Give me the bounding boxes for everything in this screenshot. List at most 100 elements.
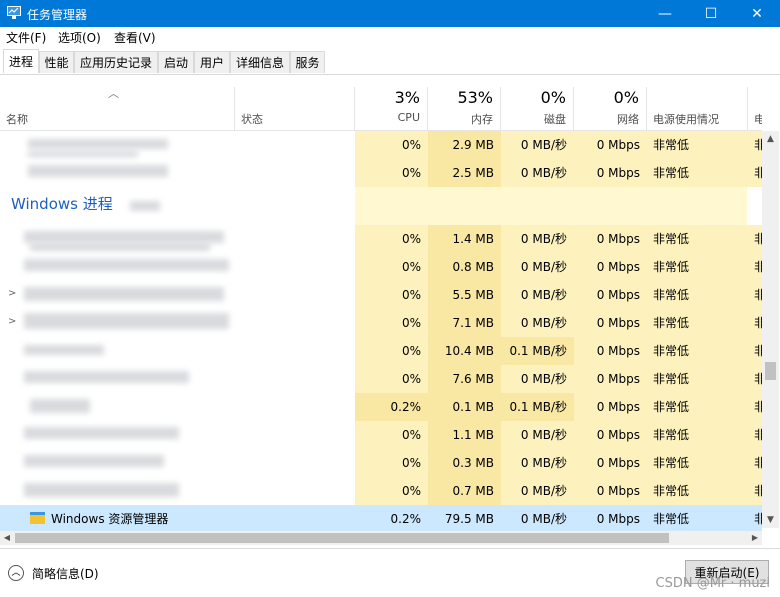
table-row[interactable]: 0% 0.7 MB 0 MB/秒 0 Mbps 非常低非 — [0, 477, 762, 505]
sort-up-icon: ︿ — [108, 87, 119, 100]
close-icon: ✕ — [751, 5, 763, 22]
table-row[interactable]: 0% 2.5 MB 0 MB/秒 0 Mbps 非常低非 — [0, 159, 762, 187]
disk-cell: 0.1 MB/秒 — [501, 337, 574, 365]
memory-cell: 10.4 MB — [428, 337, 501, 365]
memory-cell: 0.3 MB — [428, 449, 501, 477]
maximize-button[interactable]: ☐ — [688, 0, 734, 27]
hscroll-thumb[interactable] — [15, 533, 669, 543]
tab-strip: 进程 性能 应用历史记录 启动 用户 详细信息 服务 — [0, 48, 780, 75]
memory-cell: 1.1 MB — [428, 421, 501, 449]
less-details-toggle[interactable]: ︿ 简略信息(D) — [8, 563, 99, 583]
minimize-icon: — — [658, 5, 672, 22]
table-row[interactable]: 0% 7.6 MB 0 MB/秒 0 Mbps 非常低非 — [0, 365, 762, 393]
scroll-up-icon[interactable]: ▲ — [762, 131, 779, 147]
tab-app-history[interactable]: 应用历史记录 — [74, 51, 158, 73]
scroll-thumb[interactable] — [765, 362, 776, 380]
column-memory[interactable]: 53% 内存 — [428, 87, 501, 130]
menu-options[interactable]: 选项(O) — [58, 29, 101, 46]
table-row[interactable]: 0% 1.4 MB 0 MB/秒 0 Mbps 非常低非 — [0, 225, 762, 253]
network-cell: 0 Mbps — [574, 253, 647, 281]
cpu-cell: 0% — [355, 281, 428, 309]
power-trend-cell: 非 — [748, 393, 762, 421]
tab-startup[interactable]: 启动 — [158, 51, 194, 73]
group-header[interactable]: Windows 进程 — [0, 187, 762, 225]
network-cell: 0 Mbps — [574, 159, 647, 187]
vertical-scrollbar[interactable]: ▲ ▼ — [762, 131, 779, 528]
disk-cell: 0 MB/秒 — [501, 365, 574, 393]
power-cell: 非常低 — [647, 365, 748, 393]
power-cell: 非常低 — [647, 159, 748, 187]
minimize-button[interactable]: — — [642, 0, 688, 27]
power-trend-cell: 非 — [748, 309, 762, 337]
cpu-total: 3% — [394, 88, 420, 107]
column-power-trend[interactable]: 电源 — [748, 87, 762, 130]
memory-cell: 0.8 MB — [428, 253, 501, 281]
network-cell: 0 Mbps — [574, 337, 647, 365]
network-cell: 0 Mbps — [574, 365, 647, 393]
disk-cell: 0 MB/秒 — [501, 309, 574, 337]
table-row[interactable]: 0% 0.3 MB 0 MB/秒 0 Mbps 非常低非 — [0, 449, 762, 477]
table-row[interactable]: Windows 资源管理器 0.2% 79.5 MB 0 MB/秒 0 Mbps 非常低非 — [0, 505, 762, 531]
column-name[interactable]: ︿ 名称 — [0, 87, 235, 130]
tab-users[interactable]: 用户 — [194, 51, 230, 73]
disk-cell: 0 MB/秒 — [501, 421, 574, 449]
disk-cell: 0 MB/秒 — [501, 131, 574, 159]
cpu-cell: 0% — [355, 365, 428, 393]
table-row[interactable]: >0% 5.5 MB 0 MB/秒 0 Mbps 非常低非 — [0, 281, 762, 309]
cpu-cell: 0% — [355, 159, 428, 187]
table-row[interactable]: 0% 2.9 MB 0 MB/秒 0 Mbps 非常低非 — [0, 131, 762, 159]
scroll-left-icon[interactable]: ◀ — [0, 531, 14, 545]
menu-file[interactable]: 文件(F) — [6, 29, 46, 46]
scroll-down-icon[interactable]: ▼ — [762, 512, 779, 528]
column-status[interactable]: 状态 — [235, 87, 355, 130]
disk-cell: 0 MB/秒 — [501, 159, 574, 187]
tab-processes[interactable]: 进程 — [3, 49, 39, 73]
memory-cell: 7.6 MB — [428, 365, 501, 393]
table-row[interactable]: 0% 0.8 MB 0 MB/秒 0 Mbps 非常低非 — [0, 253, 762, 281]
column-status-label: 状态 — [241, 113, 263, 126]
network-cell: 0 Mbps — [574, 477, 647, 505]
network-cell: 0 Mbps — [574, 505, 647, 531]
network-cell: 0 Mbps — [574, 281, 647, 309]
menu-view[interactable]: 查看(V) — [114, 29, 156, 46]
disk-cell: 0 MB/秒 — [501, 477, 574, 505]
table-row[interactable]: 0.2% 0.1 MB 0.1 MB/秒 0 Mbps 非常低非 — [0, 393, 762, 421]
chevron-right-icon[interactable]: > — [8, 316, 16, 327]
scroll-right-icon[interactable]: ▶ — [748, 531, 762, 545]
cpu-cell: 0.2% — [355, 505, 428, 531]
table-row[interactable]: 0% 10.4 MB 0.1 MB/秒 0 Mbps 非常低非 — [0, 337, 762, 365]
horizontal-scrollbar[interactable]: ◀ ▶ — [0, 531, 762, 545]
memory-cell: 79.5 MB — [428, 505, 501, 531]
column-power[interactable]: 电源使用情况 — [647, 87, 748, 130]
column-cpu[interactable]: 3% CPU — [355, 87, 428, 130]
memory-cell: 2.5 MB — [428, 159, 501, 187]
power-cell: 非常低 — [647, 131, 748, 159]
tab-services[interactable]: 服务 — [290, 51, 325, 73]
network-cell: 0 Mbps — [574, 449, 647, 477]
process-list: Windows 进程 0% 2.9 MB 0 MB/秒 0 Mbps 非常低非 0% 2.5 … — [0, 131, 762, 531]
column-disk-label: 磁盘 — [544, 113, 566, 126]
power-trend-cell: 非 — [748, 281, 762, 309]
table-row[interactable]: 0% 1.1 MB 0 MB/秒 0 Mbps 非常低非 — [0, 421, 762, 449]
power-cell: 非常低 — [647, 505, 748, 531]
power-cell: 非常低 — [647, 225, 748, 253]
power-trend-cell: 非 — [748, 365, 762, 393]
power-cell: 非常低 — [647, 477, 748, 505]
process-name: Windows 资源管理器 — [51, 512, 169, 526]
close-button[interactable]: ✕ — [734, 0, 780, 27]
column-disk[interactable]: 0% 磁盘 — [501, 87, 574, 130]
memory-cell: 5.5 MB — [428, 281, 501, 309]
disk-cell: 0 MB/秒 — [501, 253, 574, 281]
chevron-right-icon[interactable]: > — [8, 288, 16, 299]
watermark: CSDN @Mr · muzi — [655, 576, 771, 591]
tab-details[interactable]: 详细信息 — [230, 51, 290, 73]
memory-cell: 7.1 MB — [428, 309, 501, 337]
tab-performance[interactable]: 性能 — [39, 51, 74, 73]
disk-cell: 0.1 MB/秒 — [501, 393, 574, 421]
column-cpu-label: CPU — [397, 111, 420, 124]
power-trend-cell: 非 — [748, 131, 762, 159]
network-total: 0% — [613, 88, 639, 107]
power-cell: 非常低 — [647, 449, 748, 477]
column-network[interactable]: 0% 网络 — [574, 87, 647, 130]
table-row[interactable]: >0% 7.1 MB 0 MB/秒 0 Mbps 非常低非 — [0, 309, 762, 337]
